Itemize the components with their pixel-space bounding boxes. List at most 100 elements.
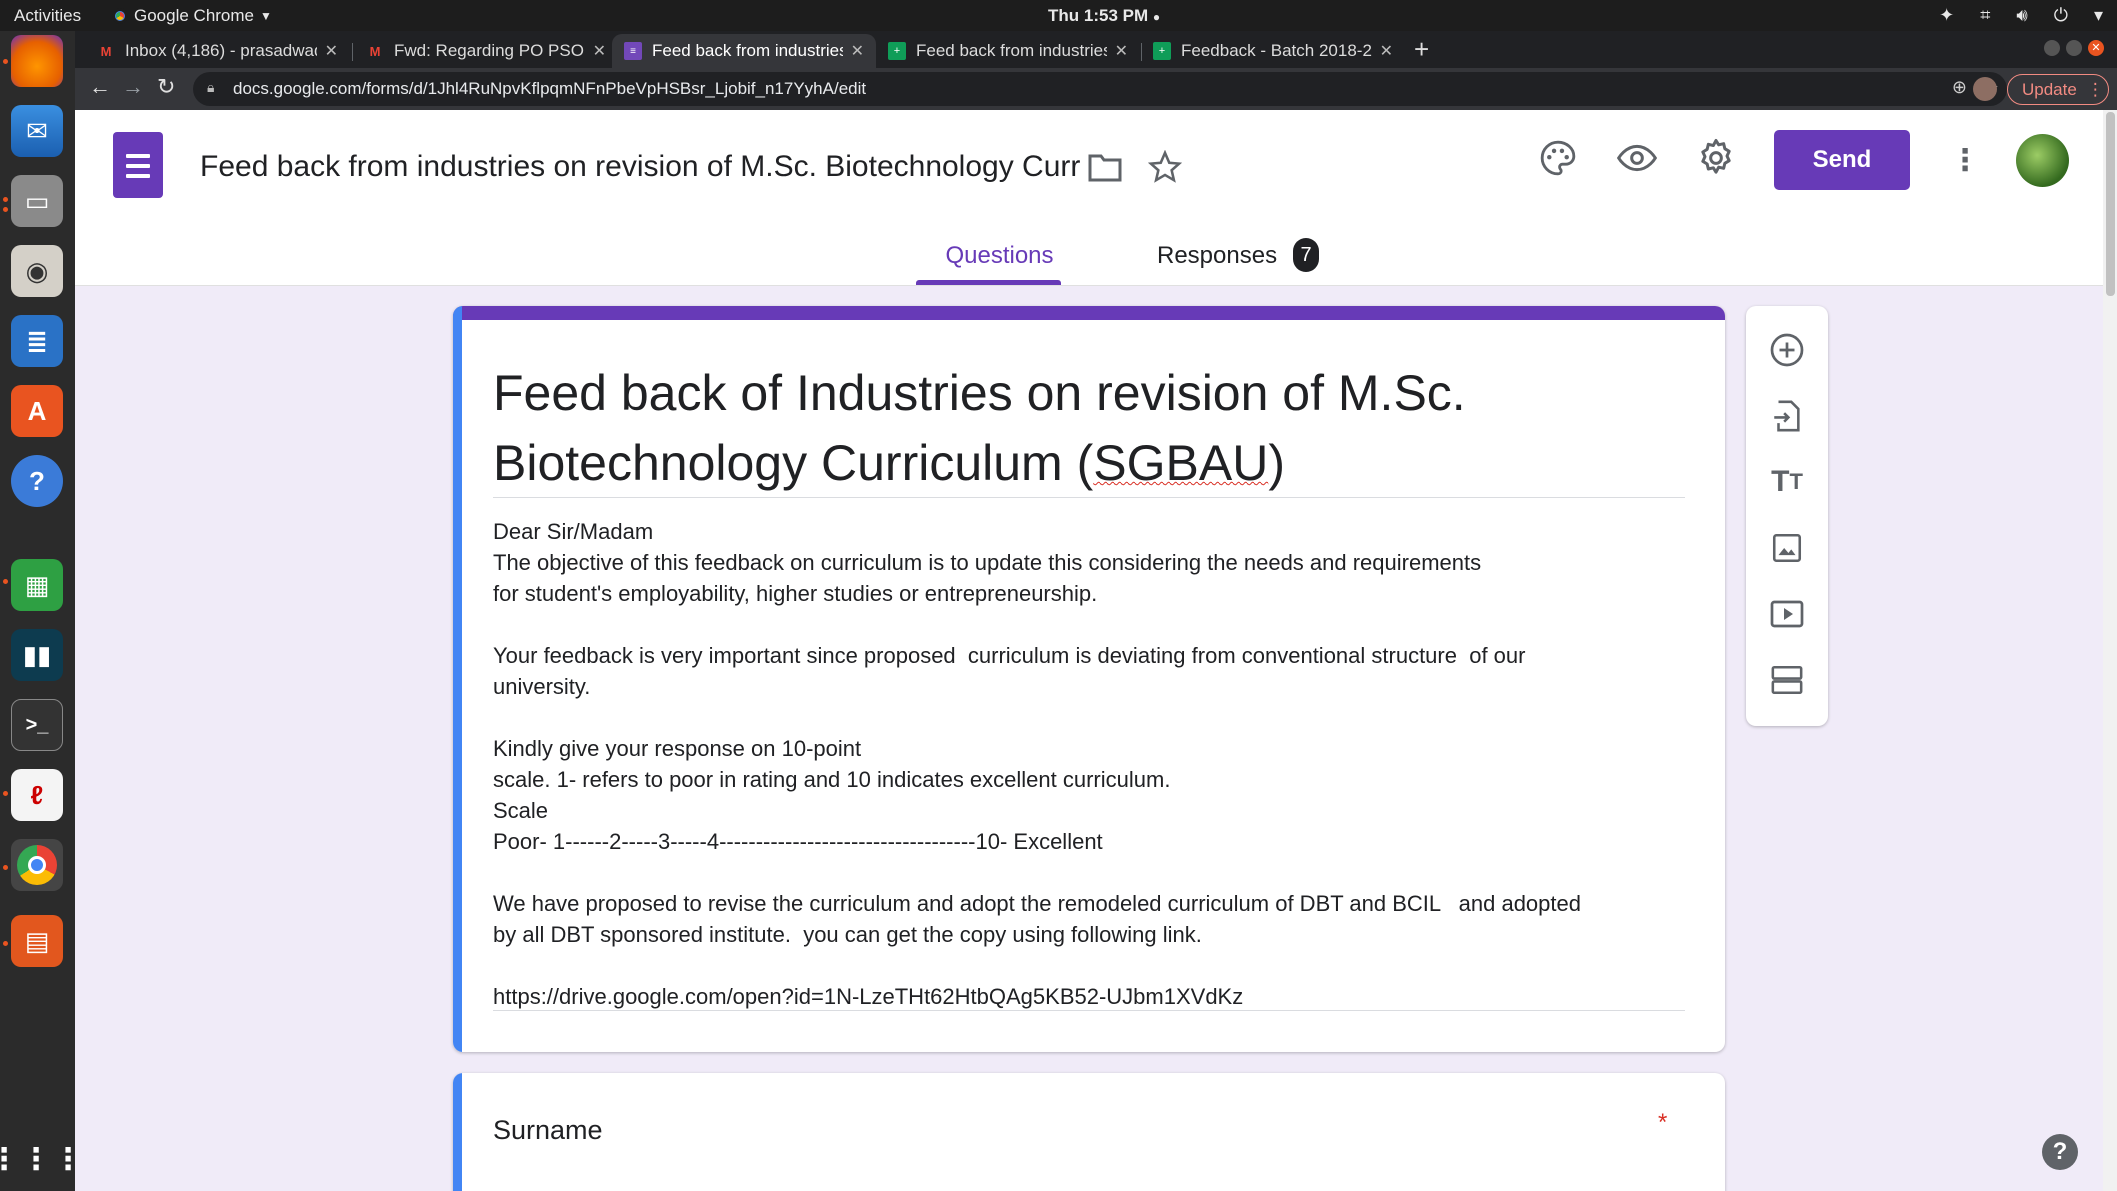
tab-title: Fwd: Regarding PO PSO C bbox=[394, 41, 585, 60]
browser-tab[interactable]: + Feedback - Batch 2018-20 ✕ bbox=[1141, 34, 1405, 68]
running-indicator bbox=[3, 941, 8, 946]
form-header-card[interactable]: Feed back of Industries on revision of M… bbox=[453, 306, 1725, 1052]
profile-avatar-icon[interactable] bbox=[1973, 77, 1997, 101]
gmail-icon: M bbox=[369, 43, 381, 59]
tab-title: Inbox (4,186) - prasadwad bbox=[125, 41, 317, 60]
document-title[interactable]: Feed back from industries on revision of… bbox=[200, 150, 1155, 184]
chrome-dock-icon[interactable] bbox=[11, 839, 63, 891]
close-icon[interactable]: ✕ bbox=[593, 41, 606, 61]
close-icon[interactable]: ✕ bbox=[1380, 41, 1393, 61]
running-indicator bbox=[3, 59, 8, 64]
google-forms-logo-icon[interactable] bbox=[113, 132, 163, 198]
send-button[interactable]: Send bbox=[1774, 130, 1910, 190]
title-divider bbox=[493, 497, 1685, 498]
reload-button[interactable]: ↻ bbox=[157, 74, 175, 100]
form-title-input[interactable]: Feed back of Industries on revision of M… bbox=[493, 358, 1693, 498]
volume-icon[interactable]: 🔊︎ bbox=[2016, 5, 2027, 26]
add-video-icon[interactable] bbox=[1765, 592, 1809, 636]
help-question-icon[interactable]: ? bbox=[2042, 1134, 2078, 1170]
add-title-text-icon[interactable]: TT bbox=[1765, 460, 1809, 504]
close-icon[interactable]: ✕ bbox=[851, 41, 864, 61]
dropbox-icon[interactable]: ✦ bbox=[1939, 5, 1954, 26]
logo-line bbox=[126, 154, 150, 158]
account-avatar[interactable] bbox=[2016, 134, 2069, 187]
add-image-icon[interactable] bbox=[1765, 526, 1809, 570]
software-center-icon[interactable]: A bbox=[11, 385, 63, 437]
logo-line bbox=[126, 164, 150, 168]
forward-button[interactable]: → bbox=[122, 74, 144, 100]
palette-icon[interactable] bbox=[1536, 136, 1580, 180]
browser-tab[interactable]: M Fwd: Regarding PO PSO C ✕ bbox=[354, 34, 618, 68]
add-section-icon[interactable] bbox=[1765, 658, 1809, 702]
app-menu[interactable]: Google Chrome ▼ bbox=[112, 6, 272, 26]
close-icon[interactable]: ✕ bbox=[1115, 41, 1128, 61]
calc-icon[interactable]: ▦ bbox=[11, 559, 63, 611]
more-vert-icon: ⋮ bbox=[2086, 79, 2104, 99]
writer-icon[interactable]: ≣ bbox=[11, 315, 63, 367]
more-vert-icon[interactable]: ⋮ bbox=[1943, 138, 1987, 182]
folder-icon[interactable] bbox=[1083, 145, 1127, 189]
close-icon[interactable]: ✕ bbox=[325, 41, 338, 61]
show-apps-icon[interactable]: ⋮⋮⋮ bbox=[0, 1133, 83, 1185]
browser-tab[interactable]: M Inbox (4,186) - prasadwad ✕ bbox=[85, 34, 350, 68]
running-indicator bbox=[3, 865, 8, 870]
chevron-down-icon: ▼ bbox=[260, 9, 272, 23]
rhythmbox-icon[interactable]: ◉ bbox=[11, 245, 63, 297]
spellcheck-word: SGBAU bbox=[1093, 435, 1269, 491]
running-indicator bbox=[3, 207, 8, 212]
running-indicator bbox=[3, 791, 8, 796]
tray-menu-icon[interactable]: ▾ bbox=[2094, 5, 2103, 26]
responses-count-badge: 7 bbox=[1293, 238, 1319, 272]
split-window-icon[interactable]: ▮▮ bbox=[11, 629, 63, 681]
system-tray[interactable]: ✦ ⌗ 🔊︎ ⏻ ▾ bbox=[1939, 5, 2103, 26]
clock-text: Thu 1:53 PM bbox=[1048, 6, 1149, 25]
activities-button[interactable]: Activities bbox=[14, 6, 81, 26]
browser-tab-active[interactable]: ≡ Feed back from industries ✕ bbox=[612, 34, 876, 68]
url-text: docs.google.com/forms/d/1Jhl4RuNpvKflpqm… bbox=[233, 79, 867, 98]
new-tab-button[interactable]: + bbox=[1414, 34, 1429, 65]
maximize-button[interactable] bbox=[2066, 40, 2082, 56]
theme-color-bar bbox=[453, 306, 1725, 320]
thunderbird-icon[interactable]: ✉ bbox=[11, 105, 63, 157]
preview-eye-icon[interactable] bbox=[1615, 136, 1659, 180]
required-asterisk: * bbox=[1658, 1109, 1668, 1136]
document-viewer-icon[interactable]: ℓ bbox=[11, 769, 63, 821]
firefox-icon[interactable] bbox=[11, 35, 63, 87]
forms-icon: ≡ bbox=[624, 42, 642, 60]
files-icon[interactable]: ▭ bbox=[11, 175, 63, 227]
settings-gear-icon[interactable] bbox=[1694, 136, 1738, 180]
tab-separator bbox=[352, 43, 353, 61]
question-title[interactable]: Surname bbox=[493, 1115, 603, 1146]
clock[interactable]: Thu 1:53 PM ● bbox=[1048, 6, 1160, 26]
impress-icon[interactable]: ▤ bbox=[11, 915, 63, 967]
sheets-icon: + bbox=[1153, 42, 1171, 60]
running-indicator bbox=[3, 579, 8, 584]
address-bar[interactable]: 🔒︎ docs.google.com/forms/d/1Jhl4RuNpvKfl… bbox=[193, 72, 2007, 106]
import-questions-icon[interactable] bbox=[1765, 394, 1809, 438]
star-icon[interactable] bbox=[1143, 145, 1187, 189]
focus-indicator bbox=[453, 306, 462, 1052]
close-window-button[interactable]: ✕ bbox=[2088, 40, 2104, 56]
form-description-input[interactable]: Dear Sir/Madam The objective of this fee… bbox=[493, 516, 1693, 1012]
update-button[interactable]: Update ⋮ bbox=[2007, 74, 2109, 105]
add-question-icon[interactable] bbox=[1765, 328, 1809, 372]
scrollbar-thumb[interactable] bbox=[2106, 112, 2115, 296]
question-card[interactable]: Surname * bbox=[453, 1073, 1725, 1191]
forms-header: Feed back from industries on revision of… bbox=[75, 110, 2105, 286]
tab-title: Feed back from industries bbox=[916, 41, 1107, 60]
tab-questions[interactable]: Questions bbox=[932, 242, 1067, 270]
zoom-icon[interactable]: ⊕ bbox=[1952, 77, 1967, 98]
active-tab-indicator bbox=[916, 280, 1061, 285]
browser-tab[interactable]: + Feed back from industries ✕ bbox=[876, 34, 1140, 68]
minimize-button[interactable] bbox=[2044, 40, 2060, 56]
power-icon[interactable]: ⏻ bbox=[2054, 5, 2068, 26]
tab-responses[interactable]: Responses bbox=[1157, 242, 1277, 270]
help-icon[interactable]: ? bbox=[11, 455, 63, 507]
form-title-text-end: ) bbox=[1268, 435, 1285, 491]
sheets-icon: + bbox=[888, 42, 906, 60]
network-icon[interactable]: ⌗ bbox=[1980, 5, 1990, 26]
question-side-toolbar: TT bbox=[1746, 306, 1828, 726]
launcher-dock: ✉ ▭ ◉ ≣ A ? ▦ ▮▮ >_ ℓ ▤ ⋮⋮⋮ bbox=[0, 31, 83, 1191]
terminal-icon[interactable]: >_ bbox=[11, 699, 63, 751]
back-button[interactable]: ← bbox=[89, 74, 111, 100]
